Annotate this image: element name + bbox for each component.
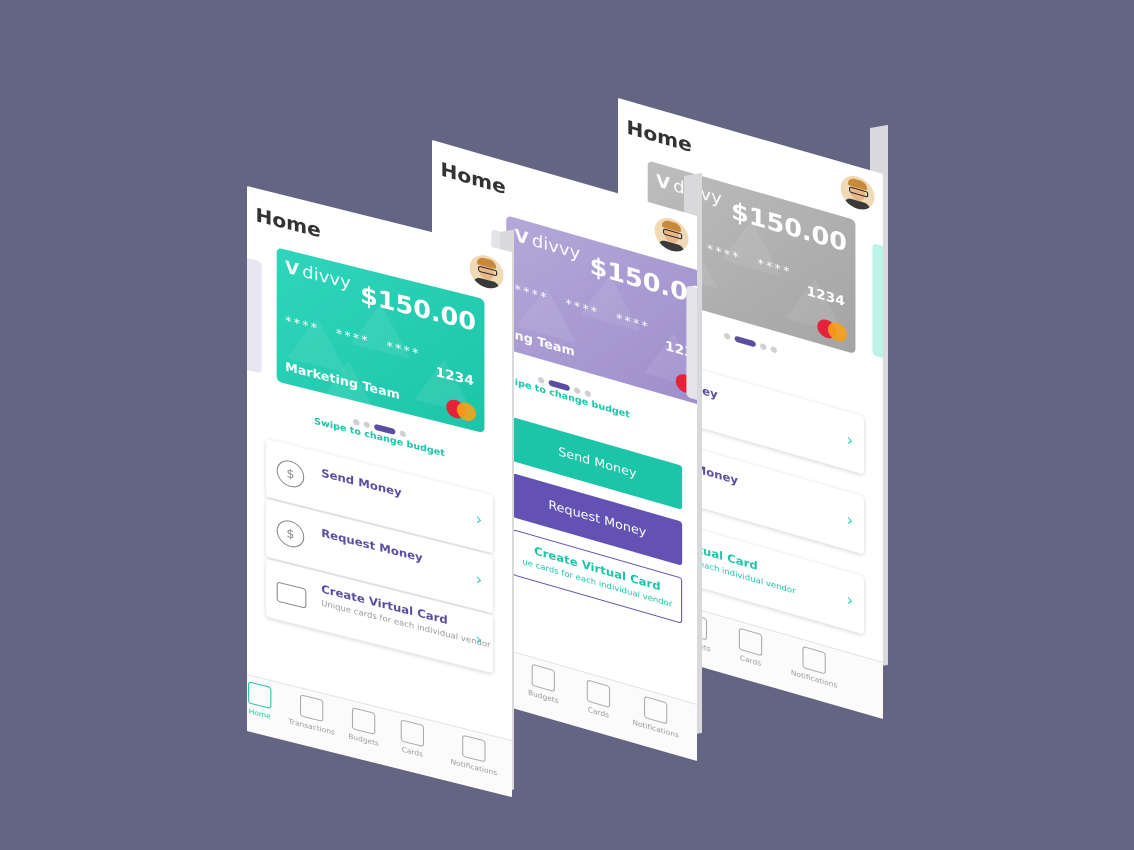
budgets-icon — [351, 707, 376, 735]
tab-cards[interactable]: Cards — [572, 675, 625, 724]
avatar[interactable] — [840, 171, 875, 214]
tab-home[interactable]: Home — [247, 679, 279, 723]
page-title: Home — [255, 204, 321, 243]
tab-cards[interactable]: Cards — [724, 623, 777, 672]
chevron-right-icon: › — [475, 568, 483, 590]
tab-notifications[interactable]: Notifications — [788, 642, 841, 691]
tab-notifications[interactable]: Notifications — [444, 730, 503, 779]
chevron-right-icon: › — [475, 508, 483, 530]
page-title: Home — [626, 116, 692, 158]
tab-transactions[interactable]: Transactions — [285, 691, 338, 738]
megaphone-icon — [462, 734, 486, 763]
tab-notifications[interactable]: Notifications — [629, 692, 682, 741]
chevron-right-icon: › — [846, 509, 854, 531]
cards-icon — [586, 679, 611, 709]
actions-list: Send Money Request Money Create Virtual … — [512, 417, 683, 626]
tab-bar: Home Transactions Budgets Cards Notifica… — [247, 674, 512, 798]
chevron-right-icon: › — [846, 589, 854, 611]
transactions-icon — [300, 694, 324, 723]
actions-list: $ Send Money › $ Request Money › Create … — [266, 438, 493, 676]
page-title: Home — [440, 158, 506, 200]
add-card-icon — [276, 581, 307, 609]
next-card-peek[interactable] — [872, 242, 883, 361]
chevron-right-icon: › — [475, 628, 483, 650]
tab-cards[interactable]: Cards — [393, 717, 431, 761]
divvy-logo: Vdivvy — [514, 225, 581, 265]
home-icon — [248, 681, 272, 710]
front-phone-screen: Home Vdivvy $150.00 **** **** **** 1234 … — [247, 186, 512, 798]
megaphone-icon — [802, 645, 826, 675]
request-money-icon: $ — [276, 517, 305, 551]
avatar[interactable] — [654, 213, 689, 256]
budgets-icon — [531, 663, 555, 693]
chevron-right-icon: › — [846, 429, 854, 451]
divvy-logo: Vdivvy — [285, 257, 351, 294]
next-card-peek[interactable] — [686, 284, 697, 403]
avatar[interactable] — [469, 251, 504, 292]
send-money-icon: $ — [276, 457, 305, 491]
cards-icon — [400, 719, 425, 748]
cards-icon — [738, 627, 763, 657]
prev-card-peek[interactable] — [247, 256, 262, 374]
tab-budgets[interactable]: Budgets — [342, 705, 384, 750]
tab-budgets[interactable]: Budgets — [517, 659, 570, 708]
megaphone-icon — [644, 695, 668, 725]
